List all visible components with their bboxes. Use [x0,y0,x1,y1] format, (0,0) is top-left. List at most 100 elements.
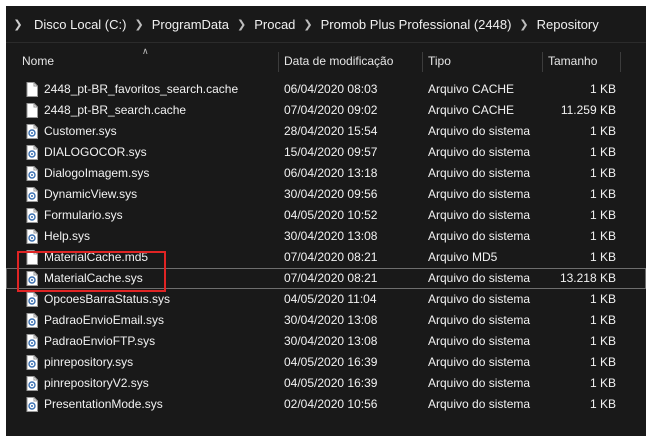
file-type: Arquivo do sistema [428,313,531,327]
file-size: 1 KB [589,166,616,180]
file-size: 1 KB [589,355,616,369]
column-divider[interactable] [278,52,279,72]
file-size: 1 KB [589,124,616,138]
file-row[interactable]: Customer.sys 28/04/2020 15:54 Arquivo do s… [6,121,646,142]
file-name: Formulario.sys [44,208,123,222]
file-name: PadraoEnvioEmail.sys [44,313,165,327]
file-row[interactable]: PadraoEnvioFTP.sys 30/04/2020 13:08 Arquiv… [6,331,646,352]
file-date: 04/05/2020 16:39 [284,355,378,369]
file-name: DIALOGOCOR.sys [44,145,147,159]
file-type: Arquivo MD5 [428,250,498,264]
chevron-right-icon[interactable]: ❯ [233,18,250,31]
sort-ascending-icon: ∧ [142,46,149,56]
file-date: 30/04/2020 09:56 [284,187,378,201]
file-name: 2448_pt-BR_search.cache [44,103,187,117]
file-size: 1 KB [589,313,616,327]
file-list: 2448_pt-BR_favoritos_search.cache 06/04/2… [6,79,646,415]
file-name: pinrepository.sys [44,355,134,369]
file-row[interactable]: Help.sys 30/04/2020 13:08 Arquivo do siste… [6,226,646,247]
file-date: 07/04/2020 09:02 [284,103,378,117]
file-type: Arquivo do sistema [428,187,531,201]
file-size: 1 KB [589,187,616,201]
chevron-right-icon[interactable]: ❯ [515,18,532,31]
file-size: 13.218 KB [559,271,616,285]
file-size: 1 KB [589,208,616,222]
column-divider[interactable] [542,52,543,72]
file-row[interactable]: 2448_pt-BR_favoritos_search.cache 06/04/2… [6,79,646,100]
highlight-annotation [17,251,166,292]
file-row[interactable]: 2448_pt-BR_search.cache 07/04/2020 09:02 A… [6,100,646,121]
file-date: 15/04/2020 09:57 [284,145,378,159]
file-type: Arquivo do sistema [428,229,531,243]
file-size: 1 KB [589,334,616,348]
file-date: 04/05/2020 16:39 [284,376,378,390]
breadcrumb-disco-local[interactable]: Disco Local (C:) [30,17,130,32]
file-date: 02/04/2020 10:56 [284,397,378,411]
file-row[interactable]: DynamicView.sys 30/04/2020 09:56 Arquivo d… [6,184,646,205]
address-bar[interactable]: ❯ Disco Local (C:) ❯ ProgramData ❯ Proca… [6,6,646,43]
breadcrumb-procad[interactable]: Procad [250,17,299,32]
column-date[interactable]: Data de modificação [284,50,393,74]
file-name: 2448_pt-BR_favoritos_search.cache [44,82,239,96]
column-divider[interactable] [422,52,423,72]
file-type: Arquivo do sistema [428,355,531,369]
file-date: 30/04/2020 13:08 [284,334,378,348]
file-name: DynamicView.sys [44,187,138,201]
file-type: Arquivo CACHE [428,82,515,96]
file-name: Help.sys [44,229,91,243]
breadcrumb-repository[interactable]: Repository [533,17,603,32]
file-size: 1 KB [589,397,616,411]
file-name: Customer.sys [44,124,117,138]
column-header: ∧ Nome Data de modificação Tipo Tamanho [6,46,646,74]
file-row[interactable]: DialogoImagem.sys 06/04/2020 13:18 Arquivo… [6,163,646,184]
file-size: 1 KB [589,82,616,96]
file-type: Arquivo do sistema [428,145,531,159]
file-name: PadraoEnvioFTP.sys [44,334,156,348]
chevron-right-icon[interactable]: ❯ [6,18,30,31]
breadcrumb-programdata[interactable]: ProgramData [148,17,233,32]
file-type: Arquivo do sistema [428,397,531,411]
column-size[interactable]: Tamanho [548,50,597,74]
column-type[interactable]: Tipo [428,50,451,74]
file-type: Arquivo do sistema [428,208,531,222]
file-date: 30/04/2020 13:08 [284,229,378,243]
file-row[interactable]: PresentationMode.sys 02/04/2020 10:56 Arqu… [6,394,646,415]
file-row[interactable]: pinrepositoryV2.sys 04/05/2020 16:39 Arqui… [6,373,646,394]
file-name: PresentationMode.sys [44,397,163,411]
file-row[interactable]: OpcoesBarraStatus.sys 04/05/2020 11:04 Arq… [6,289,646,310]
file-size: 1 KB [589,145,616,159]
file-explorer-window: ❯ Disco Local (C:) ❯ ProgramData ❯ Proca… [6,6,646,436]
file-size: 11.259 KB [560,103,616,117]
file-name: DialogoImagem.sys [44,166,150,180]
file-size: 1 KB [589,376,616,390]
file-type: Arquivo CACHE [428,103,515,117]
file-date: 07/04/2020 08:21 [284,250,378,264]
file-date: 06/04/2020 08:03 [284,82,378,96]
file-row[interactable]: Formulario.sys 04/05/2020 10:52 Arquivo do… [6,205,646,226]
file-name: pinrepositoryV2.sys [44,376,149,390]
file-size: 1 KB [589,292,616,306]
file-date: 30/04/2020 13:08 [284,313,378,327]
file-date: 04/05/2020 11:04 [284,292,377,306]
breadcrumb-promob[interactable]: Promob Plus Professional (2448) [317,17,516,32]
column-divider[interactable] [620,52,621,72]
column-name[interactable]: Nome [22,50,54,74]
file-type: Arquivo do sistema [428,271,531,285]
file-row[interactable]: PadraoEnvioEmail.sys 30/04/2020 13:08 Arqu… [6,310,646,331]
file-type: Arquivo do sistema [428,292,531,306]
file-type: Arquivo do sistema [428,376,531,390]
file-date: 04/05/2020 10:52 [284,208,378,222]
file-type: Arquivo do sistema [428,334,531,348]
file-type: Arquivo do sistema [428,124,531,138]
file-row[interactable]: pinrepository.sys 04/05/2020 16:39 Arquivo… [6,352,646,373]
file-row[interactable]: DIALOGOCOR.sys 15/04/2020 09:57 Arquivo do… [6,142,646,163]
chevron-right-icon[interactable]: ❯ [130,18,147,31]
file-name: OpcoesBarraStatus.sys [44,292,171,306]
file-date: 28/04/2020 15:54 [284,124,378,138]
file-date: 07/04/2020 08:21 [284,271,378,285]
file-type: Arquivo do sistema [428,166,531,180]
file-size: 1 KB [589,229,616,243]
file-size: 1 KB [589,250,616,264]
file-date: 06/04/2020 13:18 [284,166,378,180]
chevron-right-icon[interactable]: ❯ [299,18,316,31]
